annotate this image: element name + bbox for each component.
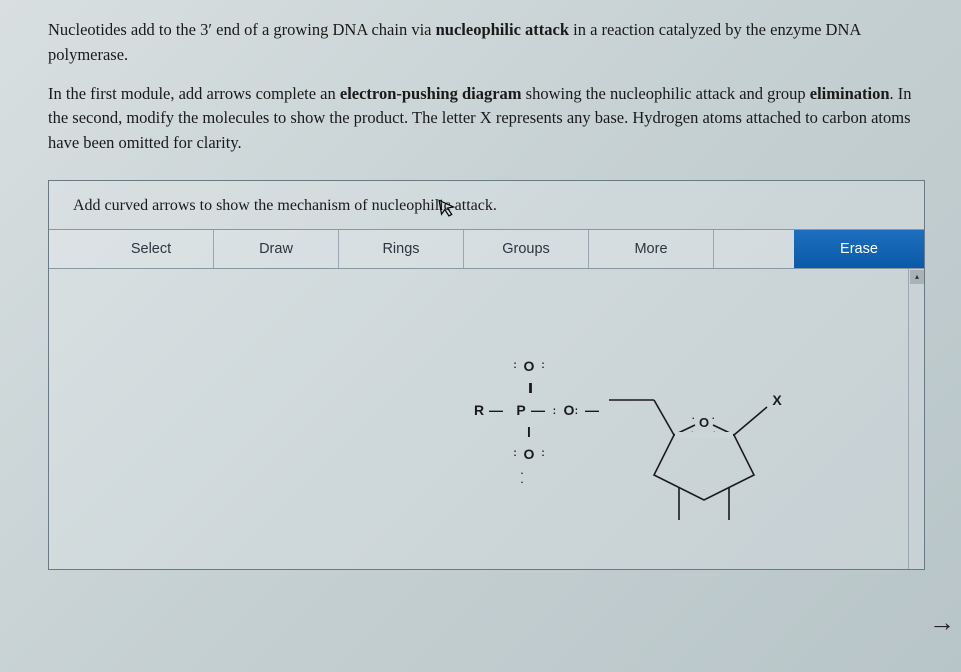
scroll-up-button[interactable]: ▴ xyxy=(910,270,924,284)
atom-oxygen-top: O xyxy=(519,358,539,374)
lone-pair: . xyxy=(712,411,715,421)
lone-pair: : xyxy=(511,361,519,371)
double-bond: ll xyxy=(519,377,539,399)
chevron-up-icon: ▴ xyxy=(915,272,919,281)
atom-oxygen-ring: O xyxy=(699,415,709,430)
group-R: R xyxy=(469,402,489,418)
draw-tool[interactable]: Draw xyxy=(214,230,339,268)
groups-tool[interactable]: Groups xyxy=(464,230,589,268)
drawing-module: Add curved arrows to show the mechanism … xyxy=(48,180,925,570)
rings-tool[interactable]: Rings xyxy=(339,230,464,268)
prompt-paragraph-2: In the first module, add arrows complete… xyxy=(48,82,925,156)
select-tool[interactable]: Select xyxy=(89,230,214,268)
erase-button[interactable]: Erase xyxy=(794,230,924,268)
drawing-canvas[interactable]: : O : ll R — P — .. O .. — xyxy=(49,269,924,569)
lone-pair: .. xyxy=(575,406,585,414)
lone-pair: : xyxy=(539,449,547,459)
question-prompt: Nucleotides add to the 3′ end of a growi… xyxy=(48,18,925,156)
atom-oxygen-bottom: O xyxy=(519,446,539,462)
ribose-ring: O . . . . X xyxy=(599,335,859,535)
single-bond: l xyxy=(519,421,539,443)
single-bond: — xyxy=(489,402,511,418)
toolbar-spacer xyxy=(714,230,794,268)
drawing-toolbar: Select Draw Rings Groups More Erase xyxy=(49,229,924,269)
prompt-paragraph-1: Nucleotides add to the 3′ end of a growi… xyxy=(48,18,925,68)
base-X: X xyxy=(772,392,782,408)
lone-pair: : xyxy=(511,449,519,459)
lone-pair: . . xyxy=(519,467,527,485)
molecule-structure: : O : ll R — P — .. O .. — xyxy=(469,355,615,487)
module-instruction: Add curved arrows to show the mechanism … xyxy=(49,181,924,229)
lone-pair: . xyxy=(692,411,695,421)
lone-pair: : xyxy=(539,361,547,371)
atom-phosphorus: P xyxy=(511,402,531,418)
single-bond: — xyxy=(531,402,553,418)
next-arrow-icon[interactable]: → xyxy=(929,608,955,638)
vertical-scrollbar[interactable]: ▴ xyxy=(908,269,924,569)
more-tool[interactable]: More xyxy=(589,230,714,268)
